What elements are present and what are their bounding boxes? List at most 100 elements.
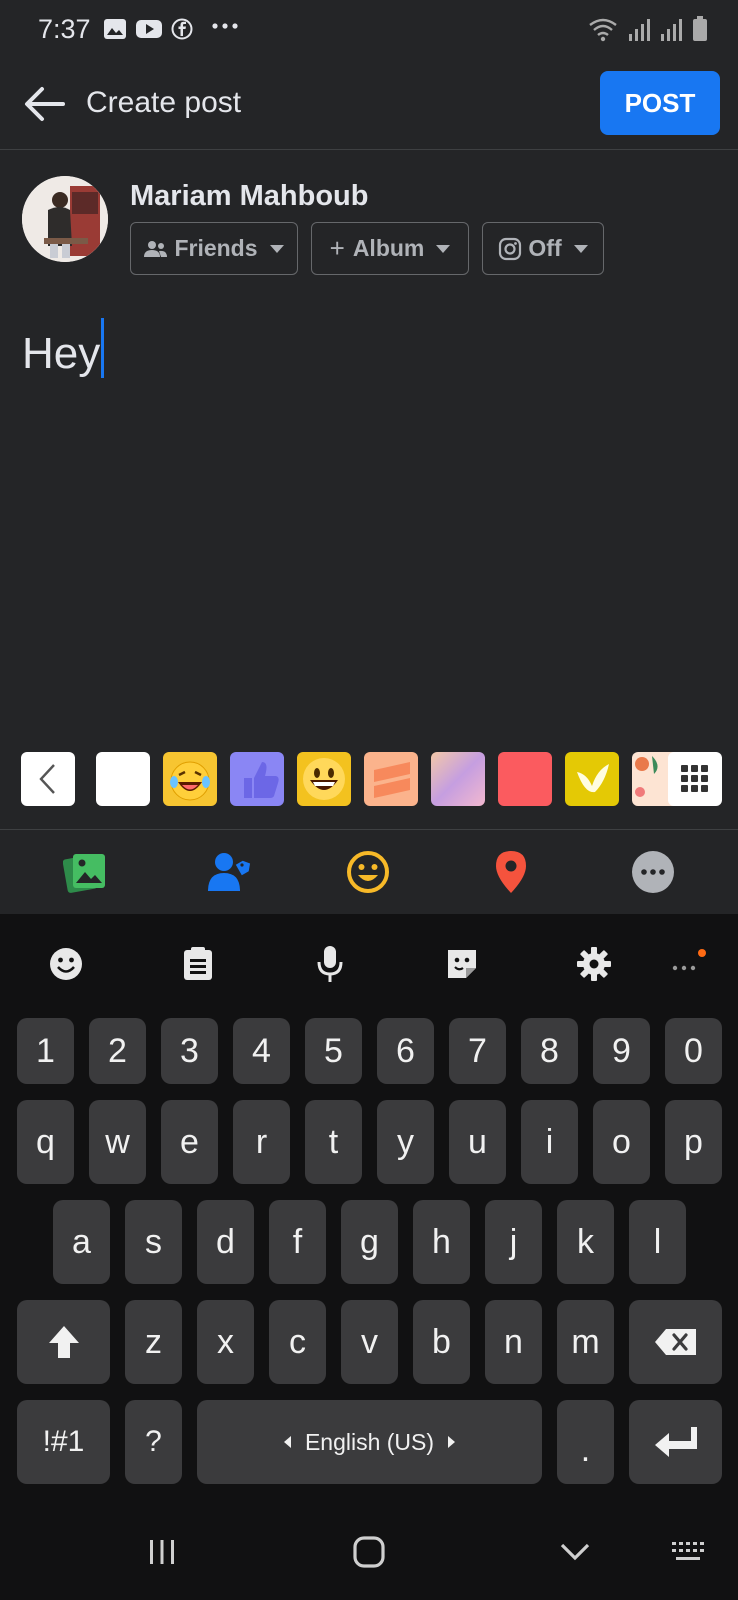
feeling-activity-button[interactable]: [344, 848, 392, 896]
key-r[interactable]: r: [233, 1100, 290, 1184]
chevron-left-icon: [39, 764, 55, 794]
clipboard-button[interactable]: [176, 942, 220, 986]
post-text-input[interactable]: Hey: [22, 318, 105, 379]
key-b[interactable]: b: [413, 1300, 470, 1384]
back-nav-button[interactable]: [551, 1528, 599, 1576]
key-m[interactable]: m: [557, 1300, 614, 1384]
key-u[interactable]: u: [449, 1100, 506, 1184]
photo-icon: [63, 854, 105, 893]
key-n[interactable]: n: [485, 1300, 542, 1384]
key-t[interactable]: t: [305, 1100, 362, 1184]
gear-icon: [577, 947, 611, 981]
back-arrow-icon: [25, 87, 65, 121]
key-6[interactable]: 6: [377, 1018, 434, 1084]
shift-key[interactable]: [17, 1300, 110, 1384]
tag-people-icon: [208, 853, 251, 891]
voice-input-button[interactable]: [308, 942, 352, 986]
key-7[interactable]: 7: [449, 1018, 506, 1084]
space-key[interactable]: English (US): [197, 1400, 542, 1484]
key-e[interactable]: e: [161, 1100, 218, 1184]
symbols-key[interactable]: !#1: [17, 1400, 110, 1484]
key-9[interactable]: 9: [593, 1018, 650, 1084]
smile-emoji-icon: [303, 758, 345, 800]
post-button[interactable]: POST: [600, 71, 720, 135]
key-q[interactable]: q: [17, 1100, 74, 1184]
status-bar: 7:37: [0, 0, 738, 62]
key-g[interactable]: g: [341, 1200, 398, 1284]
album-selector[interactable]: + Album: [311, 222, 469, 275]
key-0[interactable]: 0: [665, 1018, 722, 1084]
language-next-icon: [448, 1436, 456, 1448]
avatar[interactable]: [22, 176, 108, 262]
all-backgrounds-button[interactable]: [668, 752, 722, 806]
key-8[interactable]: 8: [521, 1018, 578, 1084]
backspace-icon: [654, 1329, 696, 1355]
background-swatch-dove[interactable]: [565, 752, 619, 806]
photo-video-button[interactable]: [62, 848, 110, 896]
backspace-key[interactable]: [629, 1300, 722, 1384]
background-swatch-peach-stripes[interactable]: [364, 752, 418, 806]
key-l[interactable]: l: [629, 1200, 686, 1284]
key-3[interactable]: 3: [161, 1018, 218, 1084]
language-prev-icon: [283, 1436, 291, 1448]
keyboard-settings-button[interactable]: [572, 942, 616, 986]
feeling-icon: [347, 851, 389, 893]
key-i[interactable]: i: [521, 1100, 578, 1184]
keyboard-icon: [672, 1542, 704, 1560]
home-button[interactable]: [345, 1528, 393, 1576]
key-2[interactable]: 2: [89, 1018, 146, 1084]
back-button[interactable]: [22, 82, 66, 126]
more-dots-icon: [672, 949, 706, 971]
keyboard-emoji-button[interactable]: [44, 942, 88, 986]
collapse-backgrounds-button[interactable]: [21, 752, 75, 806]
audience-label: Friends: [174, 235, 258, 261]
home-icon: [353, 1536, 385, 1568]
key-k[interactable]: k: [557, 1200, 614, 1284]
instagram-share-toggle[interactable]: Off: [482, 222, 604, 275]
key-j[interactable]: j: [485, 1200, 542, 1284]
check-in-button[interactable]: [487, 848, 535, 896]
key-1[interactable]: 1: [17, 1018, 74, 1084]
key-z[interactable]: z: [125, 1300, 182, 1384]
keyboard-switch-button[interactable]: [664, 1528, 712, 1576]
sticker-button[interactable]: [440, 942, 484, 986]
background-swatch-thumbs-up[interactable]: [230, 752, 284, 806]
tag-people-button[interactable]: [205, 848, 253, 896]
status-right-icons: [588, 16, 708, 47]
gallery-icon: [103, 18, 127, 45]
key-a[interactable]: a: [53, 1200, 110, 1284]
key-o[interactable]: o: [593, 1100, 650, 1184]
enter-key[interactable]: [629, 1400, 722, 1484]
background-swatch-red[interactable]: [498, 752, 552, 806]
background-swatch-plain[interactable]: [96, 752, 150, 806]
key-h[interactable]: h: [413, 1200, 470, 1284]
text-cursor: [101, 318, 105, 378]
more-options-button[interactable]: [629, 848, 677, 896]
background-swatch-smile[interactable]: [297, 752, 351, 806]
key-d[interactable]: d: [197, 1200, 254, 1284]
key-f[interactable]: f: [269, 1200, 326, 1284]
keyboard-more-button[interactable]: [666, 942, 710, 986]
recent-apps-button[interactable]: [138, 1528, 186, 1576]
youtube-icon: [135, 18, 163, 45]
question-key[interactable]: ?: [125, 1400, 182, 1484]
key-4[interactable]: 4: [233, 1018, 290, 1084]
key-w[interactable]: w: [89, 1100, 146, 1184]
key-c[interactable]: c: [269, 1300, 326, 1384]
key-p[interactable]: p: [665, 1100, 722, 1184]
key-y[interactable]: y: [377, 1100, 434, 1184]
background-swatch-laughing[interactable]: [163, 752, 217, 806]
thumbs-up-icon: [244, 762, 279, 798]
key-v[interactable]: v: [341, 1300, 398, 1384]
key-5[interactable]: 5: [305, 1018, 362, 1084]
key-s[interactable]: s: [125, 1200, 182, 1284]
background-swatch-pastel[interactable]: [431, 752, 485, 806]
navigation-bar: [0, 1498, 738, 1600]
audience-selector[interactable]: Friends: [130, 222, 298, 275]
page-title: Create post: [86, 86, 242, 119]
period-key[interactable]: .: [557, 1400, 614, 1484]
dove-icon: [577, 764, 609, 793]
wifi-icon: [588, 16, 618, 47]
status-time: 7:37: [38, 14, 91, 44]
key-x[interactable]: x: [197, 1300, 254, 1384]
